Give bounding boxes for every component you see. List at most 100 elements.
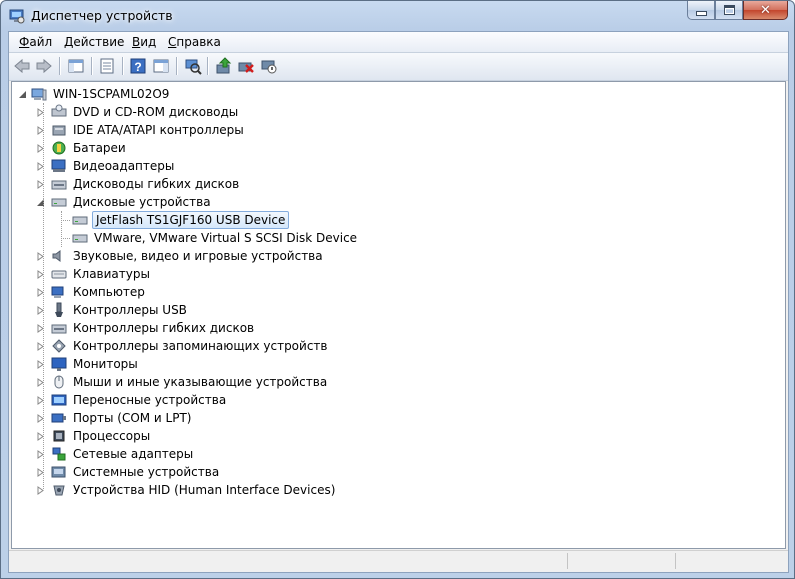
tree-category[interactable]: Контроллеры USB: [36, 301, 189, 319]
network-adapter-icon: [52, 447, 66, 461]
show-hide-action-pane-icon[interactable]: [152, 57, 170, 75]
tree-category[interactable]: Переносные устройства: [36, 391, 228, 409]
update-driver-icon[interactable]: [215, 57, 233, 75]
sound-icon: [52, 250, 61, 262]
client-area: Файл Действие Вид Справка ? WIN-1SCPAML0…: [8, 31, 789, 573]
back-arrow-icon[interactable]: [13, 57, 31, 75]
tree-category-label: Переносные устройства: [73, 393, 227, 407]
menu-action[interactable]: Действие: [64, 35, 124, 49]
close-button[interactable]: ✕: [743, 1, 788, 20]
computer-icon: [31, 88, 47, 101]
close-icon: ✕: [760, 2, 771, 18]
toolbar-separator: [59, 57, 60, 75]
tree-category[interactable]: Порты (COM и LPT): [36, 409, 193, 427]
tree-category[interactable]: DVD и CD-ROM дисководы: [36, 103, 240, 121]
system-device-icon: [51, 466, 66, 478]
toolbar: ?: [9, 53, 788, 81]
tree-category[interactable]: Клавиатуры: [36, 265, 152, 283]
tree-category-label: Сетевые адаптеры: [73, 447, 194, 461]
tree-category-label: Дисковые устройства: [73, 195, 211, 209]
tree-category[interactable]: Дисководы гибких дисков: [36, 175, 241, 193]
tree-category-label: Контроллеры гибких дисков: [73, 321, 255, 335]
tree-device[interactable]: JetFlash TS1GJF160 USB Device: [61, 211, 290, 229]
tree-category[interactable]: Устройства HID (Human Interface Devices): [36, 481, 337, 499]
tree-connector: [43, 103, 45, 489]
tree-category-label: Процессоры: [73, 429, 151, 443]
tree-category-label: Звуковые, видео и игровые устройства: [73, 249, 323, 263]
mouse-icon: [54, 375, 64, 389]
properties-icon[interactable]: [98, 57, 116, 75]
tree-category-label: Компьютер: [73, 285, 145, 299]
tree-category[interactable]: Дисковые устройства: [36, 193, 213, 211]
minimize-button[interactable]: [687, 1, 715, 20]
tree-category[interactable]: Звуковые, видео и игровые устройства: [36, 247, 325, 265]
menu-help[interactable]: Справка: [168, 35, 221, 49]
status-cell-3: [677, 553, 785, 569]
menu-file-label: айл: [29, 35, 53, 49]
tree-category-label: Системные устройства: [73, 465, 220, 479]
tree-root[interactable]: WIN-1SCPAML02O9: [18, 85, 171, 103]
caption-buttons: ✕: [687, 1, 788, 21]
tree-category-label: Контроллеры запоминающих устройств: [73, 339, 328, 353]
tree-category[interactable]: Компьютер: [36, 283, 147, 301]
svg-text:?: ?: [134, 60, 141, 74]
tree-category-label: DVD и CD-ROM дисководы: [73, 105, 239, 119]
display-adapter-icon: [51, 159, 66, 172]
uninstall-icon[interactable]: [237, 57, 255, 75]
minimize-icon: [695, 10, 707, 16]
ide-controller-icon: [52, 125, 66, 136]
floppy-drive-icon: [51, 180, 67, 190]
device-tree[interactable]: WIN-1SCPAML02O9 DVD и CD-ROM дисководы ID…: [11, 81, 786, 549]
status-bar: [9, 550, 788, 572]
tree-category[interactable]: Мониторы: [36, 355, 140, 373]
tree-category-label: Видеоадаптеры: [73, 159, 175, 173]
forward-arrow-icon[interactable]: [35, 57, 53, 75]
status-cell-2: [569, 553, 676, 569]
collapse-triangle-icon[interactable]: [18, 90, 27, 99]
tree-category[interactable]: Сетевые адаптеры: [36, 445, 195, 463]
menu-action-accel: Д: [64, 35, 74, 49]
tree-category[interactable]: Процессоры: [36, 427, 152, 445]
help-icon[interactable]: ?: [129, 57, 147, 75]
selected-device-label: JetFlash TS1GJF160 USB Device: [92, 211, 290, 229]
tree-category-label: Дисководы гибких дисков: [73, 177, 240, 191]
maximize-button[interactable]: [715, 1, 743, 20]
device-manager-window: Диспетчер устройств ✕ Файл Действие Вид …: [0, 0, 795, 579]
show-hide-console-tree-icon[interactable]: [67, 57, 85, 75]
toolbar-separator: [176, 57, 177, 75]
tree-category[interactable]: Контроллеры запоминающих устройств: [36, 337, 329, 355]
toolbar-separator: [207, 57, 208, 75]
hid-icon: [53, 485, 65, 496]
scan-hardware-changes-icon[interactable]: [184, 57, 202, 75]
tree-category[interactable]: Видеоадаптеры: [36, 157, 176, 175]
keyboard-icon: [51, 270, 67, 279]
menu-view-label: ид: [140, 35, 157, 49]
disk-drive-icon: [72, 234, 88, 243]
tree-category[interactable]: Мыши и иные указывающие устройства: [36, 373, 329, 391]
device-manager-app-icon: [9, 9, 25, 24]
battery-icon: [52, 141, 66, 155]
maximize-icon: [723, 5, 735, 15]
menu-file-accel: Ф: [19, 35, 30, 49]
tree-category-label: Порты (COM и LPT): [73, 411, 192, 425]
portable-device-icon: [51, 394, 67, 406]
tree-category[interactable]: IDE ATA/ATAPI контроллеры: [36, 121, 246, 139]
tree-category-label: Устройства HID (Human Interface Devices): [73, 483, 336, 497]
menu-file[interactable]: Файл: [19, 35, 52, 49]
tree-device-label: VMware, VMware Virtual S SCSI Disk Devic…: [94, 231, 358, 245]
menu-help-label: правка: [176, 35, 221, 49]
disable-device-icon[interactable]: [260, 57, 278, 75]
tree-category-label: Мониторы: [73, 357, 138, 371]
tree-device[interactable]: VMware, VMware Virtual S SCSI Disk Devic…: [61, 229, 359, 247]
storage-controller-icon: [52, 339, 66, 353]
tree-root-label: WIN-1SCPAML02O9: [53, 87, 170, 101]
tree-category[interactable]: Контроллеры гибких дисков: [36, 319, 256, 337]
tree-category-label: Батареи: [73, 141, 126, 155]
menu-bar: Файл Действие Вид Справка: [9, 32, 788, 53]
menu-view[interactable]: Вид: [132, 35, 156, 49]
tree-category-label: IDE ATA/ATAPI контроллеры: [73, 123, 244, 137]
tree-category[interactable]: Батареи: [36, 139, 128, 157]
title-bar[interactable]: Диспетчер устройств ✕: [1, 1, 794, 31]
tree-category[interactable]: Системные устройства: [36, 463, 221, 481]
disk-drive-icon: [51, 198, 67, 207]
